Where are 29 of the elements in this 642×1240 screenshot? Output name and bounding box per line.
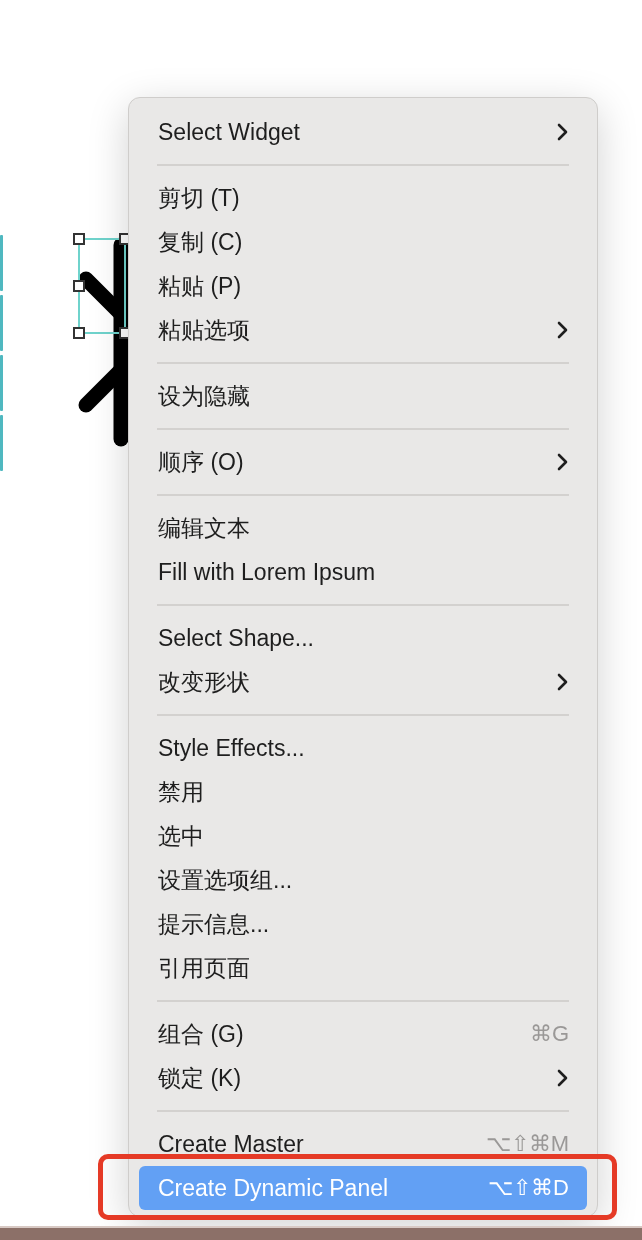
menu-item[interactable]: 组合 (G) ⌘G [139, 1012, 587, 1056]
menu-item[interactable]: Create Master ⌥⇧⌘M [139, 1122, 587, 1166]
chevron-icon [557, 123, 569, 141]
menu-item[interactable]: 粘贴 (P) [139, 264, 587, 308]
shortcut-label: ⌥⇧⌘D [488, 1175, 569, 1201]
menu-item[interactable]: Fill with Lorem Ipsum [139, 550, 587, 594]
menu-item[interactable]: 改变形状 [139, 660, 587, 704]
menu-item[interactable]: 顺序 (O) [139, 440, 587, 484]
menu-item[interactable]: 编辑文本 [139, 506, 587, 550]
menu-item[interactable]: 设为隐藏 [139, 374, 587, 418]
selection-box[interactable] [73, 233, 131, 339]
menu-item[interactable]: 锁定 (K) [139, 1056, 587, 1100]
chevron-icon [557, 453, 569, 471]
menu-item[interactable]: Style Effects... [139, 726, 587, 770]
chevron-icon [557, 673, 569, 691]
chevron-icon [557, 1069, 569, 1087]
shortcut-label: ⌥⇧⌘M [485, 1131, 569, 1157]
menu-item[interactable]: 粘贴选项 [139, 308, 587, 352]
menu-item[interactable]: 禁用 [139, 770, 587, 814]
menu-item[interactable]: 设置选项组... [139, 858, 587, 902]
menu-item[interactable]: Select Widget [139, 110, 587, 154]
menu-item[interactable]: 提示信息... [139, 902, 587, 946]
chevron-icon [557, 321, 569, 339]
menu-item[interactable]: 复制 (C) [139, 220, 587, 264]
menu-item[interactable]: 剪切 (T) [139, 176, 587, 220]
menu-item[interactable]: Select Shape... [139, 616, 587, 660]
shortcut-label: ⌘G [529, 1021, 569, 1047]
menu-item[interactable]: 引用页面 [139, 946, 587, 990]
menu-item[interactable]: 选中 [139, 814, 587, 858]
